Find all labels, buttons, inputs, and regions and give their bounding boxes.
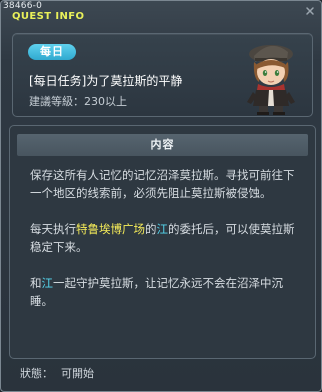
location-highlight: 特鲁埃博广场 — [76, 222, 145, 236]
description-text: 每天执行 — [30, 222, 76, 236]
description-paragraph: 保存这所有人记忆的记忆沼泽莫拉斯。寻找可前往下一个地区的线索前，必须先阻止莫拉斯… — [30, 166, 300, 202]
close-icon[interactable] — [305, 6, 315, 16]
quest-info-window: 38466-0 QUEST INFO 每日 [每日任务]为了莫拉斯的平静 建議等… — [0, 0, 322, 392]
npc-highlight: 江 — [41, 276, 54, 290]
description-text: 一起守护莫拉斯，让记忆永远不会在沼泽中沉睡。 — [30, 276, 283, 308]
status-label: 狀態： — [20, 367, 53, 380]
daily-badge: 每日 — [28, 44, 76, 60]
status-value: 可開始 — [61, 367, 94, 380]
recommended-level: 建議等級：230以上 — [29, 95, 127, 108]
description-text: 的 — [145, 222, 157, 236]
quest-content-card: 内容 保存这所有人记忆的记忆沼泽莫拉斯。寻找可前往下一个地区的线索前，必须先阻止… — [9, 125, 316, 359]
description-text: 和 — [30, 276, 42, 290]
description-paragraph: 每天执行特鲁埃博广场的江的委托后，可以使莫拉斯稳定下来。 — [30, 220, 300, 256]
window-title: QUEST INFO — [12, 11, 85, 22]
description-paragraph: 和江一起守护莫拉斯，让记忆永远不会在沼泽中沉睡。 — [30, 274, 300, 310]
content-header: 内容 — [17, 134, 308, 156]
quest-name: [每日任务]为了莫拉斯的平静 — [29, 74, 183, 88]
npc-highlight: 江 — [156, 222, 169, 236]
window-id: 38466-0 — [3, 1, 43, 11]
quest-header-card: 每日 [每日任务]为了莫拉斯的平静 建議等級：230以上 — [12, 33, 313, 117]
quest-description: 保存这所有人记忆的记忆沼泽莫拉斯。寻找可前往下一个地区的线索前，必须先阻止莫拉斯… — [30, 166, 300, 328]
quest-status: 狀態： 可開始 — [20, 365, 94, 381]
description-text: 保存这所有人记忆的记忆沼泽莫拉斯。寻找可前往下一个地区的线索前，必须先阻止莫拉斯… — [30, 168, 295, 200]
npc-portrait — [247, 45, 295, 115]
